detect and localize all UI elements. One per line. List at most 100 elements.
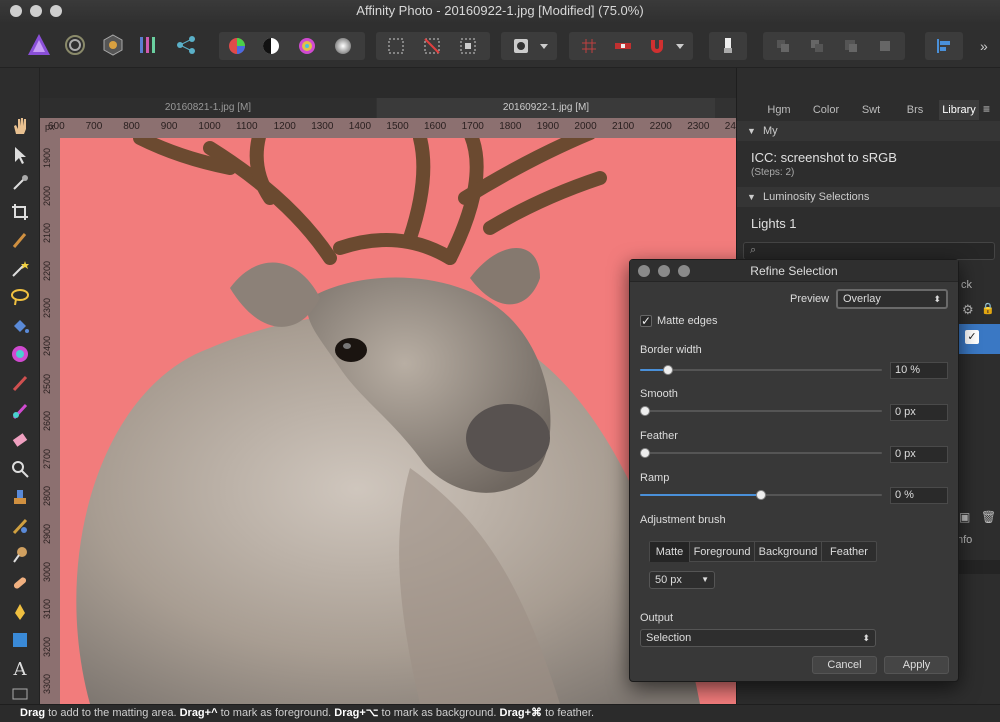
grid-icon[interactable]	[579, 36, 599, 56]
flood-fill-icon[interactable]	[10, 316, 30, 336]
layer-visibility-checkbox[interactable]: ✓	[965, 330, 979, 344]
deselect-icon[interactable]	[422, 36, 442, 56]
lock-icon[interactable]: 🔒	[981, 302, 995, 315]
arrange-back-icon[interactable]	[773, 36, 793, 56]
doc-tab-20160821[interactable]: 20160821-1.jpg [M]	[40, 98, 376, 118]
minimize-window-button[interactable]	[30, 5, 42, 17]
horizontal-ruler[interactable]: px 600 700 800 900 1000 1100 1200 1300 1400 1500 1…	[40, 118, 736, 138]
selection-brush-icon[interactable]	[10, 230, 30, 250]
persona-develop-icon[interactable]	[102, 34, 124, 56]
brush-size-select[interactable]: 50 px ▼	[649, 571, 715, 589]
paint-brush-icon[interactable]	[10, 373, 30, 393]
zoom-window-button[interactable]	[50, 5, 62, 17]
smooth-value[interactable]: 0 px	[890, 404, 948, 421]
layer-row-selected[interactable]: ✓	[959, 324, 1000, 354]
overflow-chevron-icon[interactable]: »	[980, 38, 988, 54]
close-window-button[interactable]	[10, 5, 22, 17]
dodge-tool-icon[interactable]	[10, 544, 30, 564]
arrange-backward-icon[interactable]	[807, 36, 827, 56]
chevron-down-icon[interactable]	[673, 36, 687, 56]
gear-icon[interactable]: ⚙	[962, 302, 974, 318]
lasso-tool-icon[interactable]	[10, 287, 30, 307]
bandage-icon[interactable]	[10, 573, 30, 593]
ruler-tick-label: 1100	[236, 121, 258, 132]
tab-color[interactable]: Color	[805, 100, 847, 120]
dialog-zoom-button[interactable]	[678, 265, 690, 277]
dialog-close-button[interactable]	[638, 265, 650, 277]
clone-tool-icon[interactable]	[10, 487, 30, 507]
tab-swatches[interactable]: Swt	[851, 100, 891, 120]
luminosity-section-header[interactable]: ▼ Luminosity Selections	[737, 187, 1000, 207]
border-width-value[interactable]: 10 %	[890, 362, 948, 379]
brush-mode-matte[interactable]: Matte	[650, 542, 690, 562]
crop-tool-icon[interactable]	[10, 202, 30, 222]
apply-button[interactable]: Apply	[884, 656, 949, 674]
ramp-value[interactable]: 0 %	[890, 487, 948, 504]
magnet-icon[interactable]	[647, 36, 667, 56]
gradient-icon[interactable]	[333, 36, 353, 56]
status-drag-2: Drag+^	[179, 707, 218, 719]
slice-tool-icon[interactable]	[10, 683, 30, 703]
magic-wand-icon[interactable]	[10, 259, 30, 279]
macro-name[interactable]: ICC: screenshot to sRGB	[751, 150, 897, 165]
my-section-header[interactable]: ▼ My	[737, 121, 1000, 141]
rectangle-tool-icon[interactable]	[10, 630, 30, 650]
persona-photo-icon[interactable]	[26, 32, 52, 58]
tab-histogram[interactable]: Hgm	[757, 100, 801, 120]
brush-mode-background[interactable]: Background	[755, 542, 822, 562]
persona-liquify-icon[interactable]	[64, 34, 86, 56]
library-search-field[interactable]: ⌕	[743, 242, 995, 260]
tab-library[interactable]: Library	[939, 100, 979, 120]
brush-mode-foreground[interactable]: Foreground	[690, 542, 755, 562]
ramp-slider[interactable]	[640, 488, 882, 502]
arrange-front-icon[interactable]	[875, 36, 895, 56]
ruler-tick-label: 700	[85, 121, 103, 132]
tab-brushes[interactable]: Brs	[895, 100, 935, 120]
inpaint-group	[709, 32, 747, 60]
lights-macro[interactable]: Lights 1	[751, 216, 797, 231]
zoom-tool-icon[interactable]	[10, 459, 30, 479]
doc-tab-20160922[interactable]: 20160922-1.jpg [M]	[377, 98, 715, 118]
brush-mode-feather[interactable]: Feather	[822, 542, 876, 562]
snapping-icon[interactable]	[613, 36, 633, 56]
trash-icon[interactable]: 🗑	[981, 510, 996, 524]
align-group	[925, 32, 963, 60]
chevron-down-icon[interactable]	[537, 36, 551, 56]
quick-mask-icon[interactable]	[511, 36, 531, 56]
persona-export-icon[interactable]	[175, 34, 197, 56]
border-width-label: Border width	[640, 344, 702, 356]
output-select[interactable]: Selection ⬍	[640, 629, 876, 647]
color-picker-icon[interactable]	[10, 173, 30, 193]
mixer-brush-icon[interactable]	[10, 401, 30, 421]
add-layer-icon[interactable]: ▣	[959, 510, 970, 524]
dialog-minimize-button[interactable]	[658, 265, 670, 277]
matte-edges-checkbox[interactable]: ✓	[640, 315, 652, 327]
smooth-slider[interactable]	[640, 404, 882, 418]
cancel-button[interactable]: Cancel	[812, 656, 877, 674]
text-tool-icon[interactable]: A	[10, 659, 30, 680]
marquee-icon[interactable]	[386, 36, 406, 56]
inpaint-icon[interactable]	[718, 36, 738, 56]
border-width-slider[interactable]	[640, 363, 882, 377]
quick-mask-group	[501, 32, 557, 60]
eraser-icon[interactable]	[10, 430, 30, 450]
hand-tool-icon[interactable]	[10, 116, 30, 136]
color-wheel-tool-icon[interactable]	[10, 344, 30, 364]
contrast-icon[interactable]	[261, 36, 281, 56]
feather-slider[interactable]	[640, 446, 882, 460]
arrange-forward-icon[interactable]	[841, 36, 861, 56]
color-wheel-icon[interactable]	[227, 36, 247, 56]
panel-menu-icon[interactable]: ≡	[983, 102, 990, 116]
preview-select[interactable]: Overlay ⬍	[836, 289, 948, 309]
healing-brush-icon[interactable]	[10, 516, 30, 536]
invert-selection-icon[interactable]	[458, 36, 478, 56]
align-icon[interactable]	[934, 36, 954, 56]
pen-tool-icon[interactable]	[10, 602, 30, 622]
persona-tonemap-icon[interactable]	[138, 34, 160, 56]
feather-value[interactable]: 0 px	[890, 446, 948, 463]
vertical-ruler[interactable]: 1900 2000 2100 2200 2300 2400 2500 2600 2700 2800…	[40, 138, 60, 704]
move-tool-icon[interactable]	[10, 145, 30, 165]
output-label: Output	[640, 612, 674, 624]
snapping-group	[569, 32, 693, 60]
hsl-icon[interactable]	[297, 36, 317, 56]
